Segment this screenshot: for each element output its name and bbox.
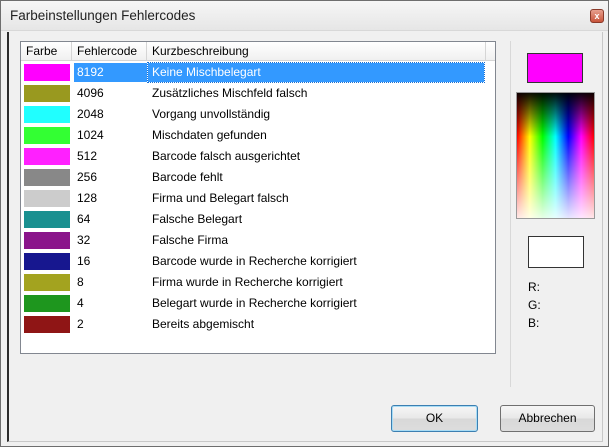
error-description: Firma wurde in Recherche korrigiert [152,275,343,289]
title-bar: Farbeinstellungen Fehlercodes x [1,1,608,31]
cancel-button[interactable]: Abbrechen [500,405,595,432]
list-item[interactable]: 4096 Zusätzliches Mischfeld falsch [21,83,495,104]
error-description: Keine Mischbelegart [147,62,485,83]
close-button[interactable]: x [590,9,604,23]
list-item[interactable]: 2048 Vorgang unvollständig [21,104,495,125]
error-code: 32 [77,233,91,247]
list-item[interactable]: 16 Barcode wurde in Recherche korrigiert [21,251,495,272]
error-description: Falsche Firma [152,233,229,247]
dialog-window: Farbeinstellungen Fehlercodes x Farbe Fe… [0,0,609,447]
error-code: 2 [77,317,84,331]
error-description: Barcode fehlt [152,170,223,184]
error-description: Falsche Belegart [152,212,243,226]
color-swatch [24,85,70,102]
list-item[interactable]: 256 Barcode fehlt [21,167,495,188]
error-code: 128 [77,191,98,205]
column-header-farbe[interactable]: Farbe [21,42,72,60]
error-code: 4096 [77,86,104,100]
error-code: 1024 [77,128,104,142]
list-header: Farbe Fehlercode Kurzbeschreibung [21,42,495,61]
list-item[interactable]: 128 Firma und Belegart falsch [21,188,495,209]
color-swatch [24,274,70,291]
error-code: 4 [77,296,84,310]
color-spectrum-picker[interactable] [516,92,595,219]
list-item[interactable]: 2 Bereits abgemischt [21,314,495,335]
list-item[interactable]: 64 Falsche Belegart [21,209,495,230]
color-swatch [24,169,70,186]
list-item[interactable]: 32 Falsche Firma [21,230,495,251]
color-swatch [24,232,70,249]
error-code: 256 [77,170,98,184]
list-item[interactable]: 4 Belegart wurde in Recherche korrigiert [21,293,495,314]
error-description: Bereits abgemischt [152,317,255,331]
column-header-kurzbeschreibung[interactable]: Kurzbeschreibung [147,42,486,60]
error-code: 16 [77,254,91,268]
current-color-preview [527,53,583,83]
column-header-fehlercode[interactable]: Fehlercode [72,42,147,60]
list-rows: 8192 Keine Mischbelegart 4096 Zusätzliches … [21,62,495,335]
error-code: 64 [77,212,91,226]
error-description: Vorgang unvollständig [152,107,271,121]
green-label: G: [528,298,541,312]
color-swatch [24,127,70,144]
error-description: Mischdaten gefunden [152,128,267,142]
list-item[interactable]: 1024 Mischdaten gefunden [21,125,495,146]
error-code: 2048 [77,107,104,121]
color-swatch [24,148,70,165]
blue-label: B: [528,316,540,330]
color-swatch [24,190,70,207]
error-code: 8192 [74,63,147,82]
color-swatch [24,211,70,228]
error-description: Barcode wurde in Recherche korrigiert [152,254,357,268]
window-title: Farbeinstellungen Fehlercodes [10,8,196,23]
selected-color-box [528,236,584,268]
color-swatch [24,253,70,270]
color-swatch [24,316,70,333]
error-code-list[interactable]: Farbe Fehlercode Kurzbeschreibung 8192 Ke… [20,41,496,354]
error-code: 8 [77,275,84,289]
color-swatch [24,106,70,123]
error-description: Barcode falsch ausgerichtet [152,149,301,163]
ok-button[interactable]: OK [391,405,478,432]
error-code: 512 [77,149,98,163]
error-description: Belegart wurde in Recherche korrigiert [152,296,357,310]
list-item[interactable]: 512 Barcode falsch ausgerichtet [21,146,495,167]
list-item[interactable]: 8 Firma wurde in Recherche korrigiert [21,272,495,293]
color-swatch [24,64,70,81]
error-description: Zusätzliches Mischfeld falsch [152,86,308,100]
red-label: R: [528,280,540,294]
error-description: Firma und Belegart falsch [152,191,289,205]
list-item[interactable]: 8192 Keine Mischbelegart [21,62,495,83]
color-swatch [24,295,70,312]
panel-divider [510,41,511,387]
